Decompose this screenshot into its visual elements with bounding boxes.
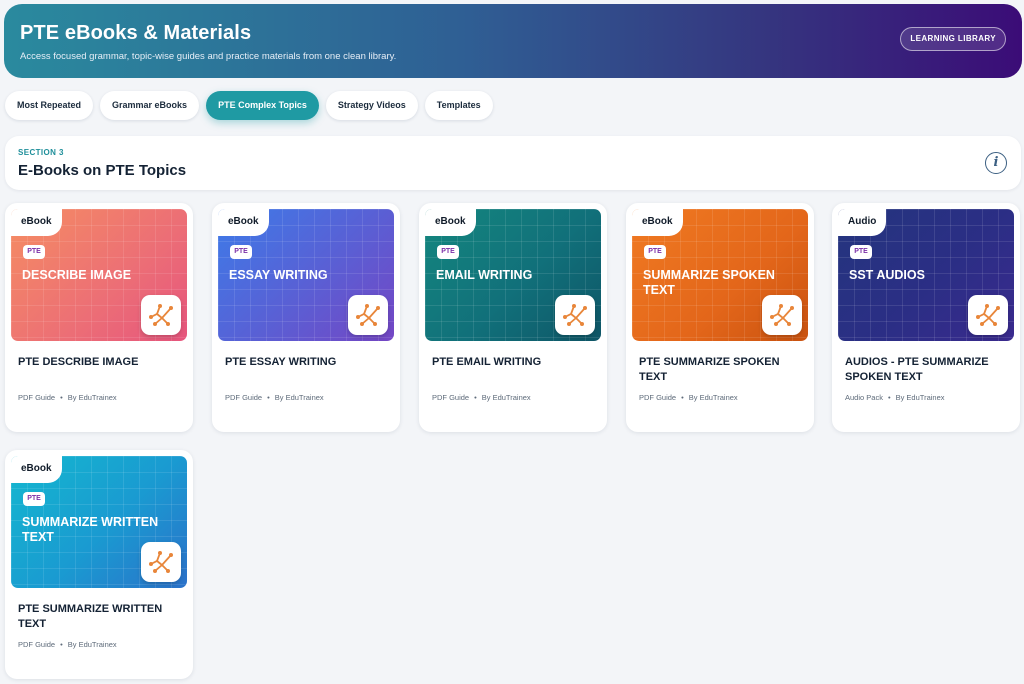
card-format: Audio Pack: [845, 393, 883, 402]
edutrainex-logo-icon: [141, 295, 181, 335]
info-icon[interactable]: i: [985, 152, 1007, 174]
hero-banner: PTE eBooks & Materials Access focused gr…: [4, 4, 1022, 78]
tab-most-repeated[interactable]: Most Repeated: [5, 91, 94, 120]
card-thumbnail: eBook PTE ESSAY WRITING: [218, 209, 394, 341]
card-author: By EduTrainex: [895, 393, 945, 402]
card-meta: Audio Pack • By EduTrainex: [845, 393, 945, 402]
card-meta: PDF Guide • By EduTrainex: [225, 393, 324, 402]
tab-pte-complex-topics[interactable]: PTE Complex Topics: [206, 91, 319, 120]
card-meta: PDF Guide • By EduTrainex: [18, 640, 117, 649]
card-title: AUDIOS - PTE SUMMARIZE SPOKEN TEXT: [845, 356, 989, 383]
thumbnail-title: ESSAY WRITING: [229, 268, 328, 282]
material-card[interactable]: eBook PTE SUMMARIZE SPOKEN TEXT PTE SUMM…: [626, 203, 814, 432]
card-thumbnail: eBook PTE EMAIL WRITING: [425, 209, 601, 341]
material-card[interactable]: eBook PTE ESSAY WRITING PTE ESSAY WRITIN…: [212, 203, 400, 432]
card-meta: PDF Guide • By EduTrainex: [639, 393, 738, 402]
pte-badge: PTE: [230, 245, 252, 259]
edutrainex-logo-icon: [555, 295, 595, 335]
edutrainex-logo-icon: [141, 542, 181, 582]
card-type-ribbon: eBook: [218, 209, 269, 236]
card-type-ribbon: eBook: [632, 209, 683, 236]
card-type-ribbon: Audio: [838, 209, 887, 236]
card-thumbnail: eBook PTE SUMMARIZE WRITTEN TEXT: [11, 456, 187, 588]
tab-templates[interactable]: Templates: [424, 91, 493, 120]
tab-strategy-videos[interactable]: Strategy Videos: [325, 91, 418, 120]
thumbnail-title: EMAIL WRITING: [436, 268, 533, 282]
card-author: By EduTrainex: [67, 393, 117, 402]
tab-grammar-ebooks[interactable]: Grammar eBooks: [100, 91, 200, 120]
card-title: PTE ESSAY WRITING: [225, 356, 337, 368]
edutrainex-logo-icon: [968, 295, 1008, 335]
page-title: PTE eBooks & Materials: [20, 22, 252, 44]
card-format: PDF Guide: [18, 393, 56, 402]
edutrainex-logo-icon: [762, 295, 802, 335]
page-subtitle: Access focused grammar, topic-wise guide…: [20, 51, 397, 62]
edutrainex-logo-icon: [348, 295, 388, 335]
card-meta: PDF Guide • By EduTrainex: [18, 393, 117, 402]
card-format: PDF Guide: [432, 393, 470, 402]
section-title: E-Books on PTE Topics: [18, 162, 187, 179]
section-header: SECTION 3 E-Books on PTE Topics i: [5, 136, 1021, 190]
card-format: PDF Guide: [225, 393, 263, 402]
material-card[interactable]: eBook PTE EMAIL WRITING PTE EMAIL WRITIN…: [419, 203, 607, 432]
pte-badge: PTE: [644, 245, 666, 259]
card-title: PTE DESCRIBE IMAGE: [18, 356, 139, 368]
material-card[interactable]: eBook PTE DESCRIBE IMAGE PTE DESCRIBE IM…: [5, 203, 193, 432]
pte-badge: PTE: [23, 245, 45, 259]
category-tabs: Most Repeated Grammar eBooks PTE Complex…: [5, 91, 493, 121]
thumbnail-title: SST AUDIOS: [849, 268, 925, 282]
card-type-ribbon: eBook: [11, 456, 62, 483]
card-format: PDF Guide: [639, 393, 677, 402]
card-thumbnail: eBook PTE DESCRIBE IMAGE: [11, 209, 187, 341]
card-author: By EduTrainex: [688, 393, 738, 402]
thumbnail-title: DESCRIBE IMAGE: [22, 268, 132, 282]
learning-library-button[interactable]: LEARNING LIBRARY: [900, 27, 1006, 51]
card-author: By EduTrainex: [67, 640, 117, 649]
card-format: PDF Guide: [18, 640, 56, 649]
card-meta: PDF Guide • By EduTrainex: [432, 393, 531, 402]
material-card[interactable]: eBook PTE SUMMARIZE WRITTEN TEXT PTE SUM…: [5, 450, 193, 679]
card-title: PTE SUMMARIZE SPOKEN TEXT: [639, 356, 780, 383]
pte-badge: PTE: [437, 245, 459, 259]
card-thumbnail: eBook PTE SUMMARIZE SPOKEN TEXT: [632, 209, 808, 341]
thumbnail-title: SUMMARIZE WRITTEN TEXT: [22, 515, 159, 544]
thumbnail-title: SUMMARIZE SPOKEN TEXT: [643, 268, 775, 297]
card-type-ribbon: eBook: [11, 209, 62, 236]
material-card[interactable]: Audio PTE SST AUDIOS AUDIOS - PTE SUMMAR…: [832, 203, 1020, 432]
card-title: PTE SUMMARIZE WRITTEN TEXT: [18, 603, 163, 630]
card-type-ribbon: eBook: [425, 209, 476, 236]
card-author: By EduTrainex: [274, 393, 324, 402]
card-thumbnail: Audio PTE SST AUDIOS: [838, 209, 1014, 341]
pte-badge: PTE: [850, 245, 872, 259]
pte-badge: PTE: [23, 492, 45, 506]
card-author: By EduTrainex: [481, 393, 531, 402]
section-kicker: SECTION 3: [18, 148, 64, 157]
card-title: PTE EMAIL WRITING: [432, 356, 542, 368]
